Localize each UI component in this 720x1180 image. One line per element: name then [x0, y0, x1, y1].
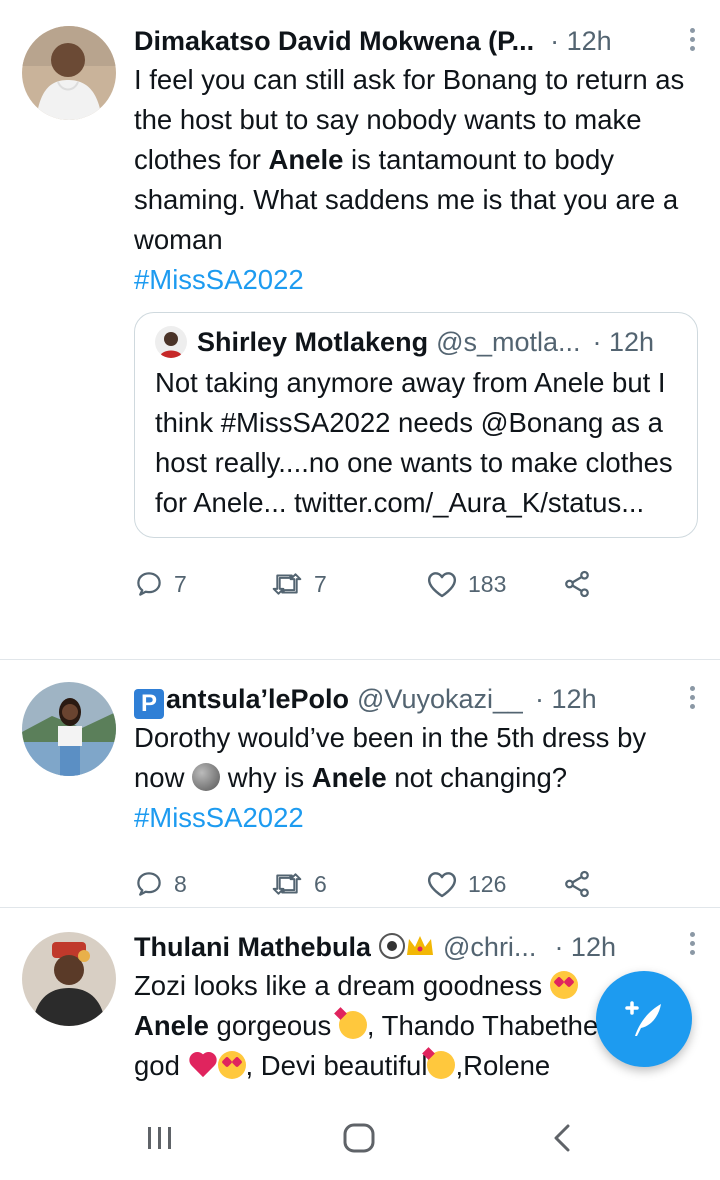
smiling-face-with-hearts-emoji	[338, 1011, 367, 1039]
hashtag-link[interactable]: #MissSA2022	[134, 802, 304, 833]
reply-button[interactable]: 8	[134, 869, 270, 899]
back-button[interactable]	[550, 1123, 574, 1158]
timeline-feed: Dimakatso David Mokwena (P... · 12h I fe…	[0, 0, 720, 1097]
author-name[interactable]: Pantsula’lePolo	[134, 682, 349, 719]
tweet-header: Pantsula’lePolo @Vuyokazi__ · 12h	[134, 682, 698, 719]
retweet-button[interactable]: 6	[270, 869, 426, 899]
red-heart-emoji	[188, 1051, 218, 1079]
like-count: 183	[468, 570, 507, 597]
quote-author-name: Shirley Motlakeng	[197, 327, 429, 357]
p-badge-emoji: P	[134, 689, 164, 719]
reply-icon	[137, 872, 161, 896]
avatar[interactable]	[22, 26, 116, 120]
reply-count: 7	[174, 570, 187, 597]
reply-count: 8	[174, 870, 187, 897]
author-emoji	[379, 930, 435, 964]
quote-avatar	[155, 326, 187, 358]
share-button[interactable]	[562, 869, 592, 899]
moon-face-emoji	[192, 763, 221, 791]
hashtag-link[interactable]: #MissSA2022	[134, 264, 304, 295]
heart-icon	[427, 872, 457, 898]
tweet-text: I feel you can still ask for Bonang to r…	[134, 64, 685, 295]
author-handle[interactable]: @chri...	[443, 930, 536, 964]
back-icon	[554, 1124, 570, 1152]
author-handle[interactable]: @Vuyokazi__	[357, 682, 523, 716]
home-icon	[343, 1123, 375, 1153]
like-button[interactable]: 183	[426, 569, 562, 599]
like-count: 126	[468, 870, 507, 897]
avatar[interactable]	[22, 932, 116, 1026]
tweet-actions: 8 6 126	[134, 852, 698, 916]
heart-eyes-emoji	[549, 971, 578, 999]
tweet[interactable]: Pantsula’lePolo @Vuyokazi__ · 12h Doroth…	[0, 660, 720, 908]
tweet-actions: 7 7 183	[134, 552, 698, 616]
system-navigation-bar	[0, 1097, 720, 1180]
tweet-header: Thulani Mathebula @chri... · 12h	[134, 930, 698, 964]
author-name[interactable]: Thulani Mathebula	[134, 930, 371, 964]
heart-eyes-emoji	[217, 1051, 246, 1079]
retweet-count: 7	[314, 570, 327, 597]
smiling-face-with-hearts-emoji	[427, 1051, 456, 1079]
share-button[interactable]	[562, 569, 592, 599]
more-options-icon[interactable]	[688, 28, 696, 51]
more-options-icon[interactable]	[688, 686, 696, 709]
reply-icon	[137, 572, 161, 596]
retweet-icon	[272, 573, 302, 595]
tweet-text: Dorothy would’ve been in the 5th dress b…	[134, 722, 647, 833]
recent-apps-button[interactable]	[146, 1123, 174, 1158]
more-options-icon[interactable]	[688, 932, 696, 955]
author-name[interactable]: Dimakatso David Mokwena (P...	[134, 24, 534, 58]
recent-apps-icon	[148, 1127, 171, 1149]
eye-emoji	[379, 933, 406, 959]
timestamp[interactable]: · 12h	[535, 682, 597, 716]
like-button[interactable]: 126	[426, 869, 562, 899]
retweet-count: 6	[314, 870, 327, 897]
timestamp[interactable]: · 12h	[554, 930, 616, 964]
timestamp[interactable]: · 12h	[550, 24, 612, 58]
share-icon	[565, 870, 589, 898]
quote-header: Shirley Motlakeng @s_motla... · 12h	[155, 325, 679, 359]
share-icon	[565, 570, 589, 598]
reply-button[interactable]: 7	[134, 569, 270, 599]
tweet[interactable]: Dimakatso David Mokwena (P... · 12h I fe…	[0, 0, 720, 660]
compose-tweet-icon	[625, 1001, 661, 1036]
tweet-header: Dimakatso David Mokwena (P... · 12h	[134, 24, 698, 58]
avatar[interactable]	[22, 682, 116, 776]
quote-author-handle: @s_motla...	[436, 327, 581, 357]
quote-text: Not taking anymore away from Anele but I…	[155, 367, 673, 518]
heart-icon	[427, 572, 457, 598]
quote-timestamp: · 12h	[592, 327, 655, 357]
home-button[interactable]	[342, 1123, 376, 1158]
retweet-icon	[272, 873, 302, 895]
compose-tweet-button[interactable]	[596, 971, 692, 1067]
quoted-tweet[interactable]: Shirley Motlakeng @s_motla... · 12h Not …	[134, 312, 698, 538]
retweet-button[interactable]: 7	[270, 569, 426, 599]
crown-emoji	[407, 936, 434, 955]
